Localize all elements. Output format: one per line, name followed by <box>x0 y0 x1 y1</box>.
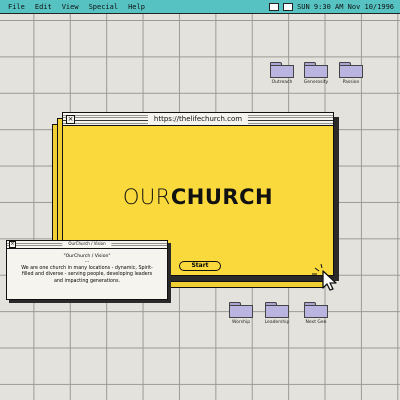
folder-icon <box>304 302 328 318</box>
vision-dots: ... <box>84 258 90 264</box>
folder-label: Worship <box>231 320 251 325</box>
vision-titlebar[interactable]: × OurChurch / Vision <box>7 241 167 249</box>
main-titlebar[interactable]: × https://thelifechurch.com <box>63 113 333 126</box>
menu-help[interactable]: Help <box>128 3 145 11</box>
folder-icon <box>229 302 253 318</box>
vision-title: OurChurch / Vision <box>62 241 112 247</box>
folder-worship[interactable]: Worship <box>221 302 261 325</box>
menu-edit[interactable]: Edit <box>35 3 52 11</box>
folder-passion[interactable]: Passion <box>331 62 371 85</box>
menu-file[interactable]: File <box>8 3 25 11</box>
menu-bar: File Edit View Special Help SUN 9:30 AM … <box>0 0 400 14</box>
display-icon[interactable] <box>283 2 294 11</box>
url-title: https://thelifechurch.com <box>147 114 249 124</box>
menu-special[interactable]: Special <box>89 3 119 11</box>
window-icon[interactable] <box>269 2 280 11</box>
folder-leadership[interactable]: Leadership <box>257 302 297 325</box>
vision-window: × OurChurch / Vision "OurChurch / Vision… <box>6 240 168 300</box>
folder-icon <box>339 62 363 78</box>
close-icon[interactable]: × <box>9 241 16 248</box>
folder-next-gen[interactable]: Next Gen <box>296 302 336 325</box>
folder-label: Generosity <box>303 80 329 85</box>
folder-icon <box>270 62 294 78</box>
start-button[interactable]: Start <box>179 261 221 271</box>
close-icon[interactable]: × <box>66 115 75 124</box>
brand-logo: OURCHURCH <box>63 185 333 209</box>
folder-label: Leadership <box>264 320 290 325</box>
folder-label: Next Gen <box>305 320 327 325</box>
menu-view[interactable]: View <box>62 3 79 11</box>
folder-generosity[interactable]: Generosity <box>296 62 336 85</box>
folder-icon <box>304 62 328 78</box>
brand-light: OUR <box>122 185 171 209</box>
menu-items: File Edit View Special Help <box>0 3 155 11</box>
menubar-status: SUN 9:30 AM Nov 10/1996 <box>265 2 400 11</box>
folder-label: Passion <box>342 80 360 85</box>
cursor-icon <box>312 263 337 291</box>
vision-body: We are one church in many locations - dy… <box>21 266 153 284</box>
clock: SUN 9:30 AM Nov 10/1996 <box>297 2 394 11</box>
folder-icon <box>265 302 289 318</box>
brand-bold: CHURCH <box>170 185 274 209</box>
